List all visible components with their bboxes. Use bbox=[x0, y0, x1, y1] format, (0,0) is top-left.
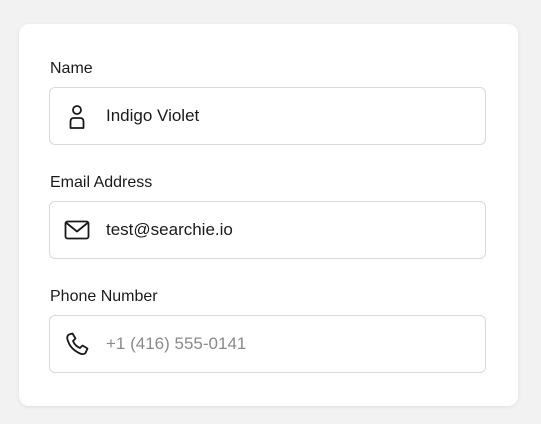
phone-field-container[interactable] bbox=[49, 315, 486, 373]
phone-label: Phone Number bbox=[50, 288, 158, 305]
name-field-container[interactable] bbox=[49, 87, 486, 145]
email-input[interactable] bbox=[106, 202, 476, 258]
name-input[interactable] bbox=[106, 88, 476, 144]
email-label: Email Address bbox=[50, 174, 153, 191]
email-field-container[interactable] bbox=[49, 201, 486, 259]
contact-form-card: Name Email Address Phone Number bbox=[19, 24, 518, 406]
mail-icon bbox=[64, 217, 90, 243]
name-label: Name bbox=[50, 60, 93, 77]
phone-icon bbox=[64, 331, 90, 357]
phone-input[interactable] bbox=[106, 316, 476, 372]
user-icon bbox=[64, 103, 90, 129]
